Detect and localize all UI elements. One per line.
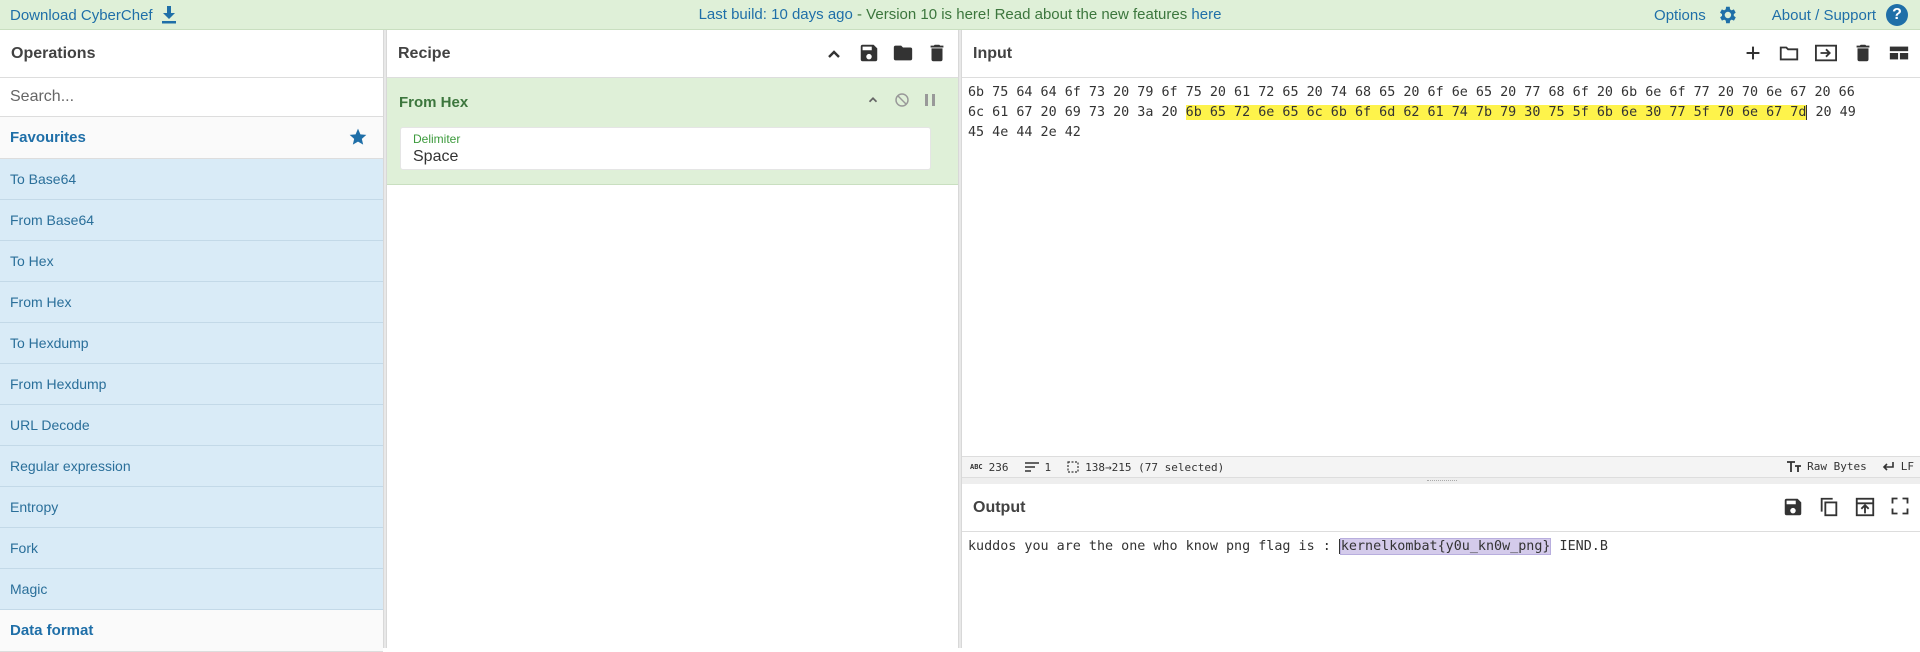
input-length-stat: ABC 236 <box>970 461 1009 474</box>
input-header: Input <box>962 30 1920 78</box>
options-link[interactable]: Options <box>1654 7 1706 24</box>
operations-search <box>0 78 383 117</box>
maximise-output-icon[interactable] <box>1890 496 1910 518</box>
input-line-2-prefix: 6c 61 67 20 69 73 20 3a 20 <box>968 105 1186 120</box>
category-data-format[interactable]: Data format <box>0 610 383 652</box>
input-line-2-suffix: 20 49 <box>1807 105 1855 120</box>
recipe-pane: Recipe From Hex <box>387 30 958 648</box>
encoding-value: Raw Bytes <box>1807 460 1867 473</box>
operation-item[interactable]: From Hexdump <box>0 364 383 405</box>
category-favourites[interactable]: Favourites <box>0 117 383 159</box>
operation-item[interactable]: To Hexdump <box>0 323 383 364</box>
input-lines-stat: 1 <box>1025 461 1052 474</box>
reset-layout-icon[interactable] <box>1888 42 1910 64</box>
output-header: Output <box>962 484 1920 532</box>
last-build-link[interactable]: Last build: 10 days ago <box>699 6 853 23</box>
recipe-title: Recipe <box>398 45 450 63</box>
operation-item[interactable]: URL Decode <box>0 405 383 446</box>
output-text-suffix: IEND.B <box>1551 539 1607 554</box>
input-lines-value: 1 <box>1045 461 1052 474</box>
operation-item[interactable]: From Base64 <box>0 200 383 241</box>
add-tab-plus-icon[interactable] <box>1742 42 1764 64</box>
features-here-link[interactable]: here <box>1191 6 1221 23</box>
output-title: Output <box>973 499 1025 517</box>
lines-icon <box>1025 461 1039 473</box>
recipe-operation-name: From Hex <box>399 94 468 111</box>
help-icon[interactable]: ? <box>1886 4 1908 26</box>
output-text-prefix: kuddos you are the one who know png flag… <box>968 539 1339 554</box>
delimiter-label: Delimiter <box>413 132 460 146</box>
gear-icon[interactable] <box>1716 4 1738 26</box>
download-icon[interactable] <box>161 6 177 24</box>
input-highlighted-selection: 6b 65 72 6e 65 6c 6b 6f 6d 62 61 74 7b 7… <box>1186 105 1807 120</box>
operation-item[interactable]: Fork <box>0 528 383 569</box>
input-textarea[interactable]: 6b 75 64 64 6f 73 20 79 6f 75 20 61 72 6… <box>962 78 1920 454</box>
clear-input-trash-icon[interactable] <box>1852 42 1874 64</box>
operation-item[interactable]: From Hex <box>0 282 383 323</box>
operations-title: Operations <box>0 30 383 78</box>
operation-item[interactable]: To Hex <box>0 241 383 282</box>
io-pane: Input 6b 75 64 64 6f 73 20 79 6f 75 20 6… <box>962 30 1920 648</box>
operation-item[interactable]: To Base64 <box>0 159 383 200</box>
eol-selector[interactable]: LF <box>1881 460 1914 473</box>
save-recipe-icon[interactable] <box>858 42 880 66</box>
abc-icon: ABC <box>970 463 983 471</box>
version-message: - Version 10 is here! Read about the new… <box>853 6 1192 23</box>
eol-value: LF <box>1901 460 1914 473</box>
collapse-all-icon[interactable] <box>822 42 846 66</box>
input-length-value: 236 <box>989 461 1009 474</box>
delimiter-field[interactable]: Delimiter Space <box>400 127 931 170</box>
output-textarea[interactable]: kuddos you are the one who know png flag… <box>962 532 1920 562</box>
operations-pane: Operations Favourites To Base64 From Bas… <box>0 30 383 648</box>
input-line-1: 6b 75 64 64 6f 73 20 79 6f 75 20 61 72 6… <box>968 85 1855 100</box>
category-data-format-label: Data format <box>10 622 93 639</box>
recipe-header: Recipe <box>387 30 958 78</box>
output-selected-flag: kernelkombat{y0u_kn0w_png} <box>1340 538 1552 555</box>
recipe-operation-from-hex: From Hex Delimiter Space <box>387 78 958 185</box>
download-cyberchef-link[interactable]: Download CyberChef <box>10 7 153 24</box>
copy-output-icon[interactable] <box>1818 496 1840 518</box>
input-status-bar: ABC 236 1 138→215 (77 selected) Raw Byte… <box>962 456 1920 478</box>
input-title: Input <box>973 45 1012 63</box>
disable-operation-icon[interactable] <box>894 92 910 108</box>
input-line-3: 45 4e 44 2e 42 <box>968 125 1081 140</box>
resizer-grip[interactable] <box>1427 480 1457 482</box>
replace-input-with-output-icon[interactable] <box>1854 496 1876 518</box>
collapse-operation-icon[interactable] <box>866 93 880 107</box>
operation-item[interactable]: Entropy <box>0 487 383 528</box>
selection-stat: 138→215 (77 selected) <box>1067 461 1224 474</box>
return-arrow-icon <box>1881 461 1895 473</box>
open-folder-icon[interactable] <box>1778 42 1800 64</box>
save-output-icon[interactable] <box>1782 496 1804 518</box>
category-favourites-label: Favourites <box>10 129 86 146</box>
load-recipe-folder-icon[interactable] <box>892 42 914 66</box>
text-encoding-icon <box>1787 461 1801 473</box>
selection-icon <box>1067 461 1079 473</box>
operation-item[interactable]: Magic <box>0 569 383 610</box>
encoding-selector[interactable]: Raw Bytes <box>1787 460 1867 473</box>
operations-search-input[interactable] <box>10 88 370 106</box>
delimiter-value[interactable]: Space <box>413 148 458 166</box>
star-icon[interactable] <box>348 127 368 147</box>
selection-value: 138→215 (77 selected) <box>1085 461 1224 474</box>
top-banner: Download CyberChef Last build: 10 days a… <box>0 0 1920 30</box>
operation-item[interactable]: Regular expression <box>0 446 383 487</box>
clear-recipe-trash-icon[interactable] <box>926 42 948 66</box>
open-file-input-icon[interactable] <box>1814 42 1838 64</box>
about-support-link[interactable]: About / Support <box>1772 7 1876 24</box>
breakpoint-pause-icon[interactable] <box>924 93 936 107</box>
